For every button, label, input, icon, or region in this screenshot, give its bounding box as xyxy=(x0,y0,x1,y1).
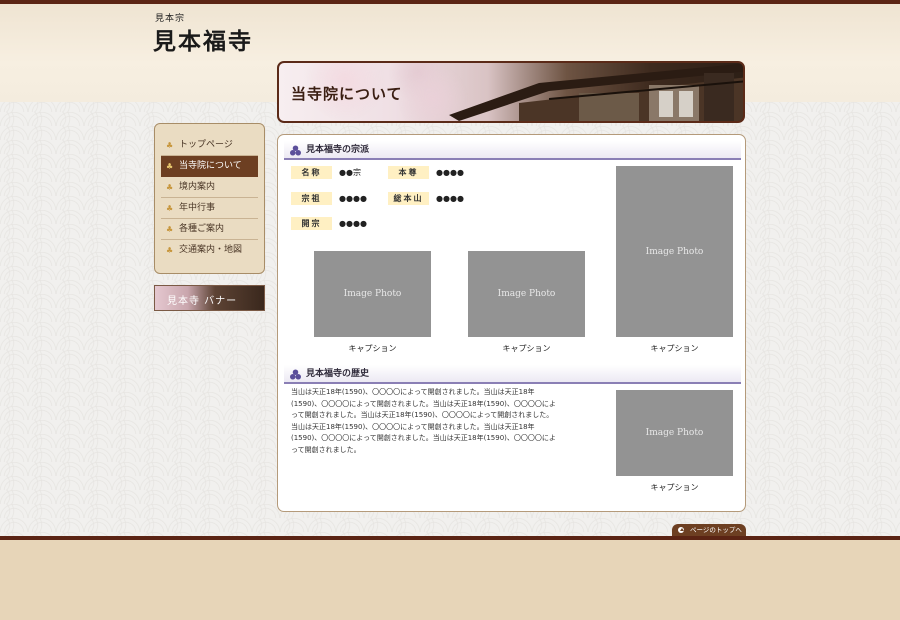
info-label: 宗祖 xyxy=(291,192,332,205)
sidebar-item-about[interactable]: ♣ 当寺院について xyxy=(161,156,258,177)
sidebar-item-info[interactable]: ♣ 各種ご案内 xyxy=(161,219,258,240)
temple-photo: Image Photo xyxy=(616,390,733,476)
main-content: 見本福寺の宗派 名称 ●●宗 本尊 ●●●● 宗祖 ●●●● 総本山 ●●●● … xyxy=(277,134,746,512)
sidebar-item-label: 交通案内・地図 xyxy=(179,245,243,255)
trefoil-icon: ♣ xyxy=(166,183,174,192)
photo-caption: キャプション xyxy=(502,344,551,353)
info-value: ●●●● xyxy=(436,168,464,177)
info-value: ●●●● xyxy=(339,194,367,203)
photo-caption: キャプション xyxy=(650,344,699,353)
info-label: 総本山 xyxy=(388,192,429,205)
site-logo[interactable]: 見本福寺 xyxy=(153,22,253,56)
sidebar-banner[interactable]: 見本寺 バナー xyxy=(154,285,265,311)
sidebar-item-label: 境内案内 xyxy=(179,182,216,192)
sidebar-nav: ♣ トップページ ♣ 当寺院について ♣ 境内案内 ♣ 年中行事 ♣ 各種ご案内 ♣ 交通案… xyxy=(154,123,265,274)
info-value: ●●●● xyxy=(339,219,367,228)
info-value: ●●宗 xyxy=(339,168,361,177)
temple-photo: Image Photo xyxy=(616,166,733,337)
section-heading-sect: 見本福寺の宗派 xyxy=(284,141,741,160)
sidebar-item-grounds[interactable]: ♣ 境内案内 xyxy=(161,177,258,198)
photo-caption: キャプション xyxy=(650,483,699,492)
info-value: ●●●● xyxy=(436,194,464,203)
hero-title: 当寺院について xyxy=(291,85,403,103)
section-heading-history: 見本福寺の歴史 xyxy=(284,365,741,384)
sidebar-item-access[interactable]: ♣ 交通案内・地図 xyxy=(161,240,258,261)
sidebar-banner-label: 見本寺 バナー xyxy=(167,296,238,307)
sidebar-item-label: 年中行事 xyxy=(179,203,216,213)
trefoil-icon: ♣ xyxy=(166,162,174,171)
section-title: 見本福寺の歴史 xyxy=(306,369,370,379)
history-text: 当山は天正18年(1590)、〇〇〇〇によって開創されました。当山は天正18年(… xyxy=(291,388,556,454)
info-label: 名称 xyxy=(291,166,332,179)
sidebar-item-label: 当寺院について xyxy=(179,161,242,171)
sidebar-item-label: 各種ご案内 xyxy=(179,224,225,234)
trefoil-icon xyxy=(290,369,301,380)
arrow-up-icon xyxy=(678,527,684,533)
info-label: 開宗 xyxy=(291,217,332,230)
footer xyxy=(0,536,900,620)
temple-roof-image xyxy=(449,63,743,121)
sidebar-item-top[interactable]: ♣ トップページ xyxy=(161,135,258,156)
photo-caption: キャプション xyxy=(348,344,397,353)
sidebar-item-events[interactable]: ♣ 年中行事 xyxy=(161,198,258,219)
trefoil-icon: ♣ xyxy=(166,246,174,255)
temple-photo: Image Photo xyxy=(468,251,585,337)
trefoil-icon xyxy=(290,145,301,156)
section-title: 見本福寺の宗派 xyxy=(306,145,370,155)
trefoil-icon: ♣ xyxy=(166,204,174,213)
back-to-top-button[interactable]: ページのトップへ xyxy=(672,524,746,536)
trefoil-icon: ♣ xyxy=(166,225,174,234)
trefoil-icon: ♣ xyxy=(166,141,174,150)
info-label: 本尊 xyxy=(388,166,429,179)
sidebar-item-label: トップページ xyxy=(179,140,233,150)
back-to-top-label: ページのトップへ xyxy=(690,526,742,534)
temple-photo: Image Photo xyxy=(314,251,431,337)
hero-banner: 当寺院について xyxy=(277,61,745,123)
